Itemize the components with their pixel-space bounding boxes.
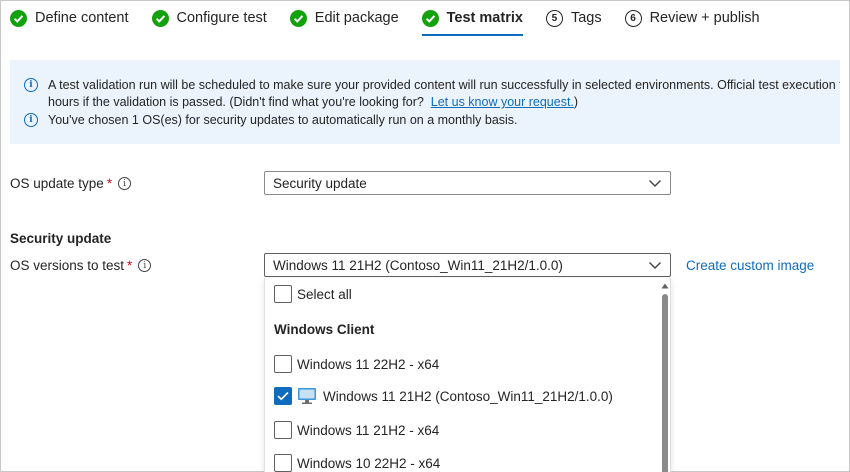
info-icon: i bbox=[24, 113, 38, 127]
checkbox[interactable] bbox=[274, 454, 292, 472]
checkmark-circle-icon bbox=[289, 9, 307, 27]
os-update-type-dropdown[interactable]: Security update bbox=[264, 171, 671, 195]
checkmark-circle-icon bbox=[151, 9, 169, 27]
select-all-option[interactable]: Select all bbox=[274, 285, 352, 303]
step-configure-test[interactable]: Configure test bbox=[151, 1, 267, 35]
list-item[interactable]: Windows 10 22H2 - x64 bbox=[274, 454, 440, 472]
chevron-down-icon bbox=[649, 262, 661, 269]
os-versions-dropdown[interactable]: Windows 11 21H2 (Contoso_Win11_21H2/1.0.… bbox=[264, 253, 671, 277]
step-edit-package[interactable]: Edit package bbox=[289, 1, 399, 35]
step-label: Edit package bbox=[314, 10, 399, 26]
info-icon: i bbox=[24, 78, 38, 92]
scroll-up-icon[interactable] bbox=[661, 282, 669, 290]
step-define-content[interactable]: Define content bbox=[10, 1, 129, 35]
required-mark: * bbox=[106, 176, 113, 191]
info-banner: i A test validation run will be schedule… bbox=[10, 60, 840, 144]
group-header: Windows Client bbox=[274, 322, 375, 337]
list-scrollbar[interactable] bbox=[661, 278, 669, 472]
section-title: Security update bbox=[10, 231, 112, 246]
info-icon[interactable]: i bbox=[118, 177, 132, 190]
step-label: Define content bbox=[35, 10, 129, 26]
os-versions-label: OS versions to test * i bbox=[10, 258, 152, 273]
request-link[interactable]: Let us know your request. bbox=[431, 95, 574, 109]
step-label: Review + publish bbox=[649, 10, 760, 26]
checkbox[interactable] bbox=[274, 285, 292, 303]
wizard-steps: Define content Configure test Edit packa… bbox=[10, 0, 783, 36]
list-item[interactable]: Windows 11 22H2 - x64 bbox=[274, 355, 439, 373]
step-tags[interactable]: 5 Tags bbox=[545, 1, 602, 35]
step-label: Tags bbox=[570, 10, 602, 26]
list-item[interactable]: Windows 11 21H2 - x64 bbox=[274, 421, 439, 439]
step-review-publish[interactable]: 6 Review + publish bbox=[624, 1, 760, 35]
list-item[interactable]: Windows 11 21H2 (Contoso_Win11_21H2/1.0.… bbox=[274, 387, 613, 405]
step-label: Test matrix bbox=[446, 10, 523, 26]
os-versions-list: Select all Windows Client Windows 11 22H… bbox=[264, 278, 671, 472]
checkmark-circle-icon bbox=[10, 9, 27, 27]
checkbox[interactable] bbox=[274, 421, 292, 439]
os-update-type-label: OS update type * i bbox=[10, 176, 132, 191]
create-custom-image-link[interactable]: Create custom image bbox=[686, 258, 814, 273]
banner-line-2: hours if the validation is passed. (Didn… bbox=[48, 95, 579, 109]
step-number-icon: 6 bbox=[624, 9, 642, 27]
scrollbar-thumb[interactable] bbox=[662, 294, 668, 472]
step-number-icon: 5 bbox=[545, 9, 563, 27]
banner-line-1: i A test validation run will be schedule… bbox=[24, 78, 840, 92]
chevron-down-icon bbox=[649, 180, 661, 187]
required-mark: * bbox=[127, 258, 133, 273]
info-icon[interactable]: i bbox=[138, 259, 152, 272]
checkmark-icon bbox=[277, 391, 289, 401]
step-label: Configure test bbox=[176, 10, 267, 26]
step-test-matrix[interactable]: Test matrix bbox=[421, 1, 524, 36]
checkbox[interactable] bbox=[274, 355, 292, 373]
checkbox-checked[interactable] bbox=[274, 387, 292, 405]
checkmark-circle-icon bbox=[421, 9, 439, 27]
monitor-icon bbox=[298, 388, 316, 404]
banner-line-3: i You've chosen 1 OS(es) for security up… bbox=[24, 113, 518, 127]
